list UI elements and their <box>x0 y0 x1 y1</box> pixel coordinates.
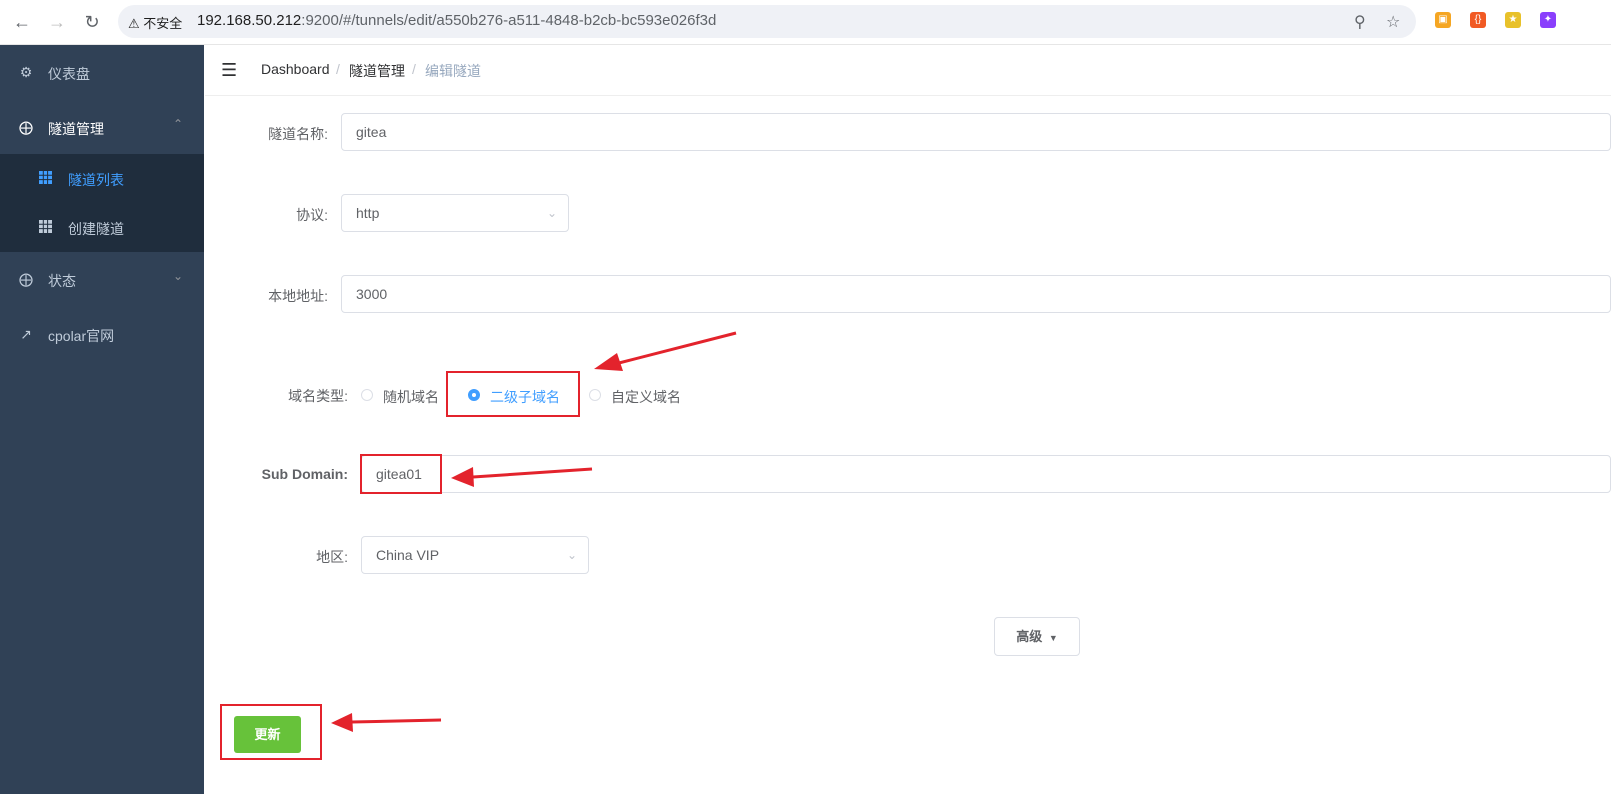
annotation-arrows <box>331 331 737 732</box>
annotation-arrow <box>451 467 593 487</box>
annotation-arrow <box>594 331 737 371</box>
annotation-arrow <box>331 713 442 732</box>
